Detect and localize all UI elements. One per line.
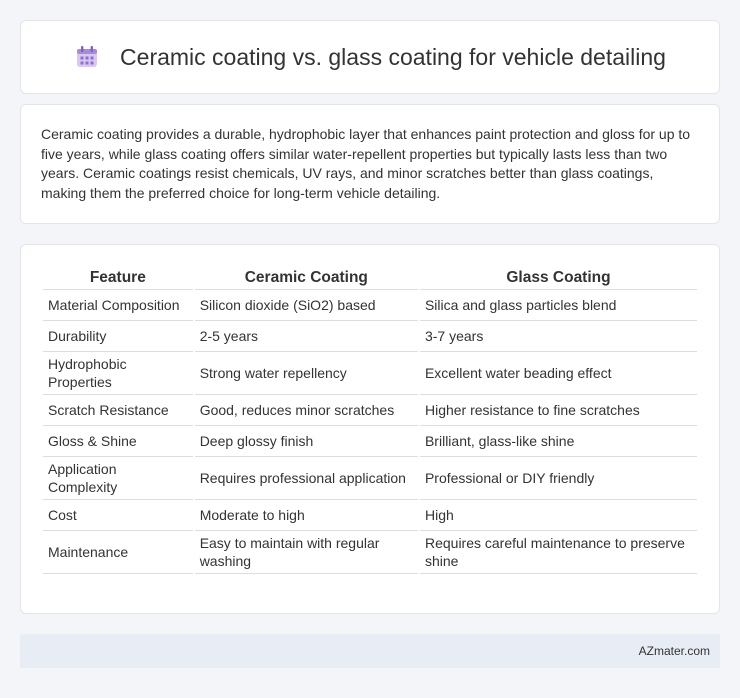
summary-card: Ceramic coating provides a durable, hydr… <box>20 104 720 224</box>
table-row: Cost Moderate to high High <box>43 500 697 531</box>
table-row: Material Composition Silicon dioxide (Si… <box>43 290 697 321</box>
table-cell: Durability <box>43 321 193 352</box>
table-cell: Higher resistance to fine scratches <box>419 395 697 426</box>
table-cell: Moderate to high <box>194 500 418 531</box>
page-title: Ceramic coating vs. glass coating for ve… <box>120 43 666 70</box>
title-card: Ceramic coating vs. glass coating for ve… <box>20 20 720 94</box>
column-header-glass: Glass Coating <box>419 267 697 290</box>
comparison-table-card: Feature Ceramic Coating Glass Coating Ma… <box>20 244 720 614</box>
table-row: Gloss & Shine Deep glossy finish Brillia… <box>43 426 697 457</box>
table-cell: Requires careful maintenance to preserve… <box>419 531 697 574</box>
table-cell: Good, reduces minor scratches <box>194 395 418 426</box>
table-cell: 3-7 years <box>419 321 697 352</box>
footer: AZmater.com <box>20 634 720 668</box>
table-cell: Hydrophobic Properties <box>43 352 193 395</box>
table-row: Durability 2-5 years 3-7 years <box>43 321 697 352</box>
table-cell: Excellent water beading effect <box>419 352 697 395</box>
table-cell: Deep glossy finish <box>194 426 418 457</box>
footer-brand: AZmater.com <box>638 644 710 658</box>
calendar-icon <box>74 44 100 70</box>
column-header-feature: Feature <box>43 267 193 290</box>
table-cell: Scratch Resistance <box>43 395 193 426</box>
table-cell: Silica and glass particles blend <box>419 290 697 321</box>
table-cell: Silicon dioxide (SiO2) based <box>194 290 418 321</box>
table-cell: Material Composition <box>43 290 193 321</box>
table-row: Scratch Resistance Good, reduces minor s… <box>43 395 697 426</box>
table-cell: Professional or DIY friendly <box>419 457 697 500</box>
table-row: Hydrophobic Properties Strong water repe… <box>43 352 697 395</box>
table-header-row: Feature Ceramic Coating Glass Coating <box>43 267 697 290</box>
table-cell: Requires professional application <box>194 457 418 500</box>
summary-text: Ceramic coating provides a durable, hydr… <box>41 126 691 201</box>
table-cell: Application Complexity <box>43 457 193 500</box>
table-cell: Easy to maintain with regular washing <box>194 531 418 574</box>
table-cell: High <box>419 500 697 531</box>
table-cell: Gloss & Shine <box>43 426 193 457</box>
comparison-table: Feature Ceramic Coating Glass Coating Ma… <box>41 267 699 574</box>
table-row: Maintenance Easy to maintain with regula… <box>43 531 697 574</box>
table-cell: Maintenance <box>43 531 193 574</box>
table-cell: Strong water repellency <box>194 352 418 395</box>
table-row: Application Complexity Requires professi… <box>43 457 697 500</box>
table-cell: Brilliant, glass-like shine <box>419 426 697 457</box>
column-header-ceramic: Ceramic Coating <box>194 267 418 290</box>
table-cell: 2-5 years <box>194 321 418 352</box>
table-cell: Cost <box>43 500 193 531</box>
